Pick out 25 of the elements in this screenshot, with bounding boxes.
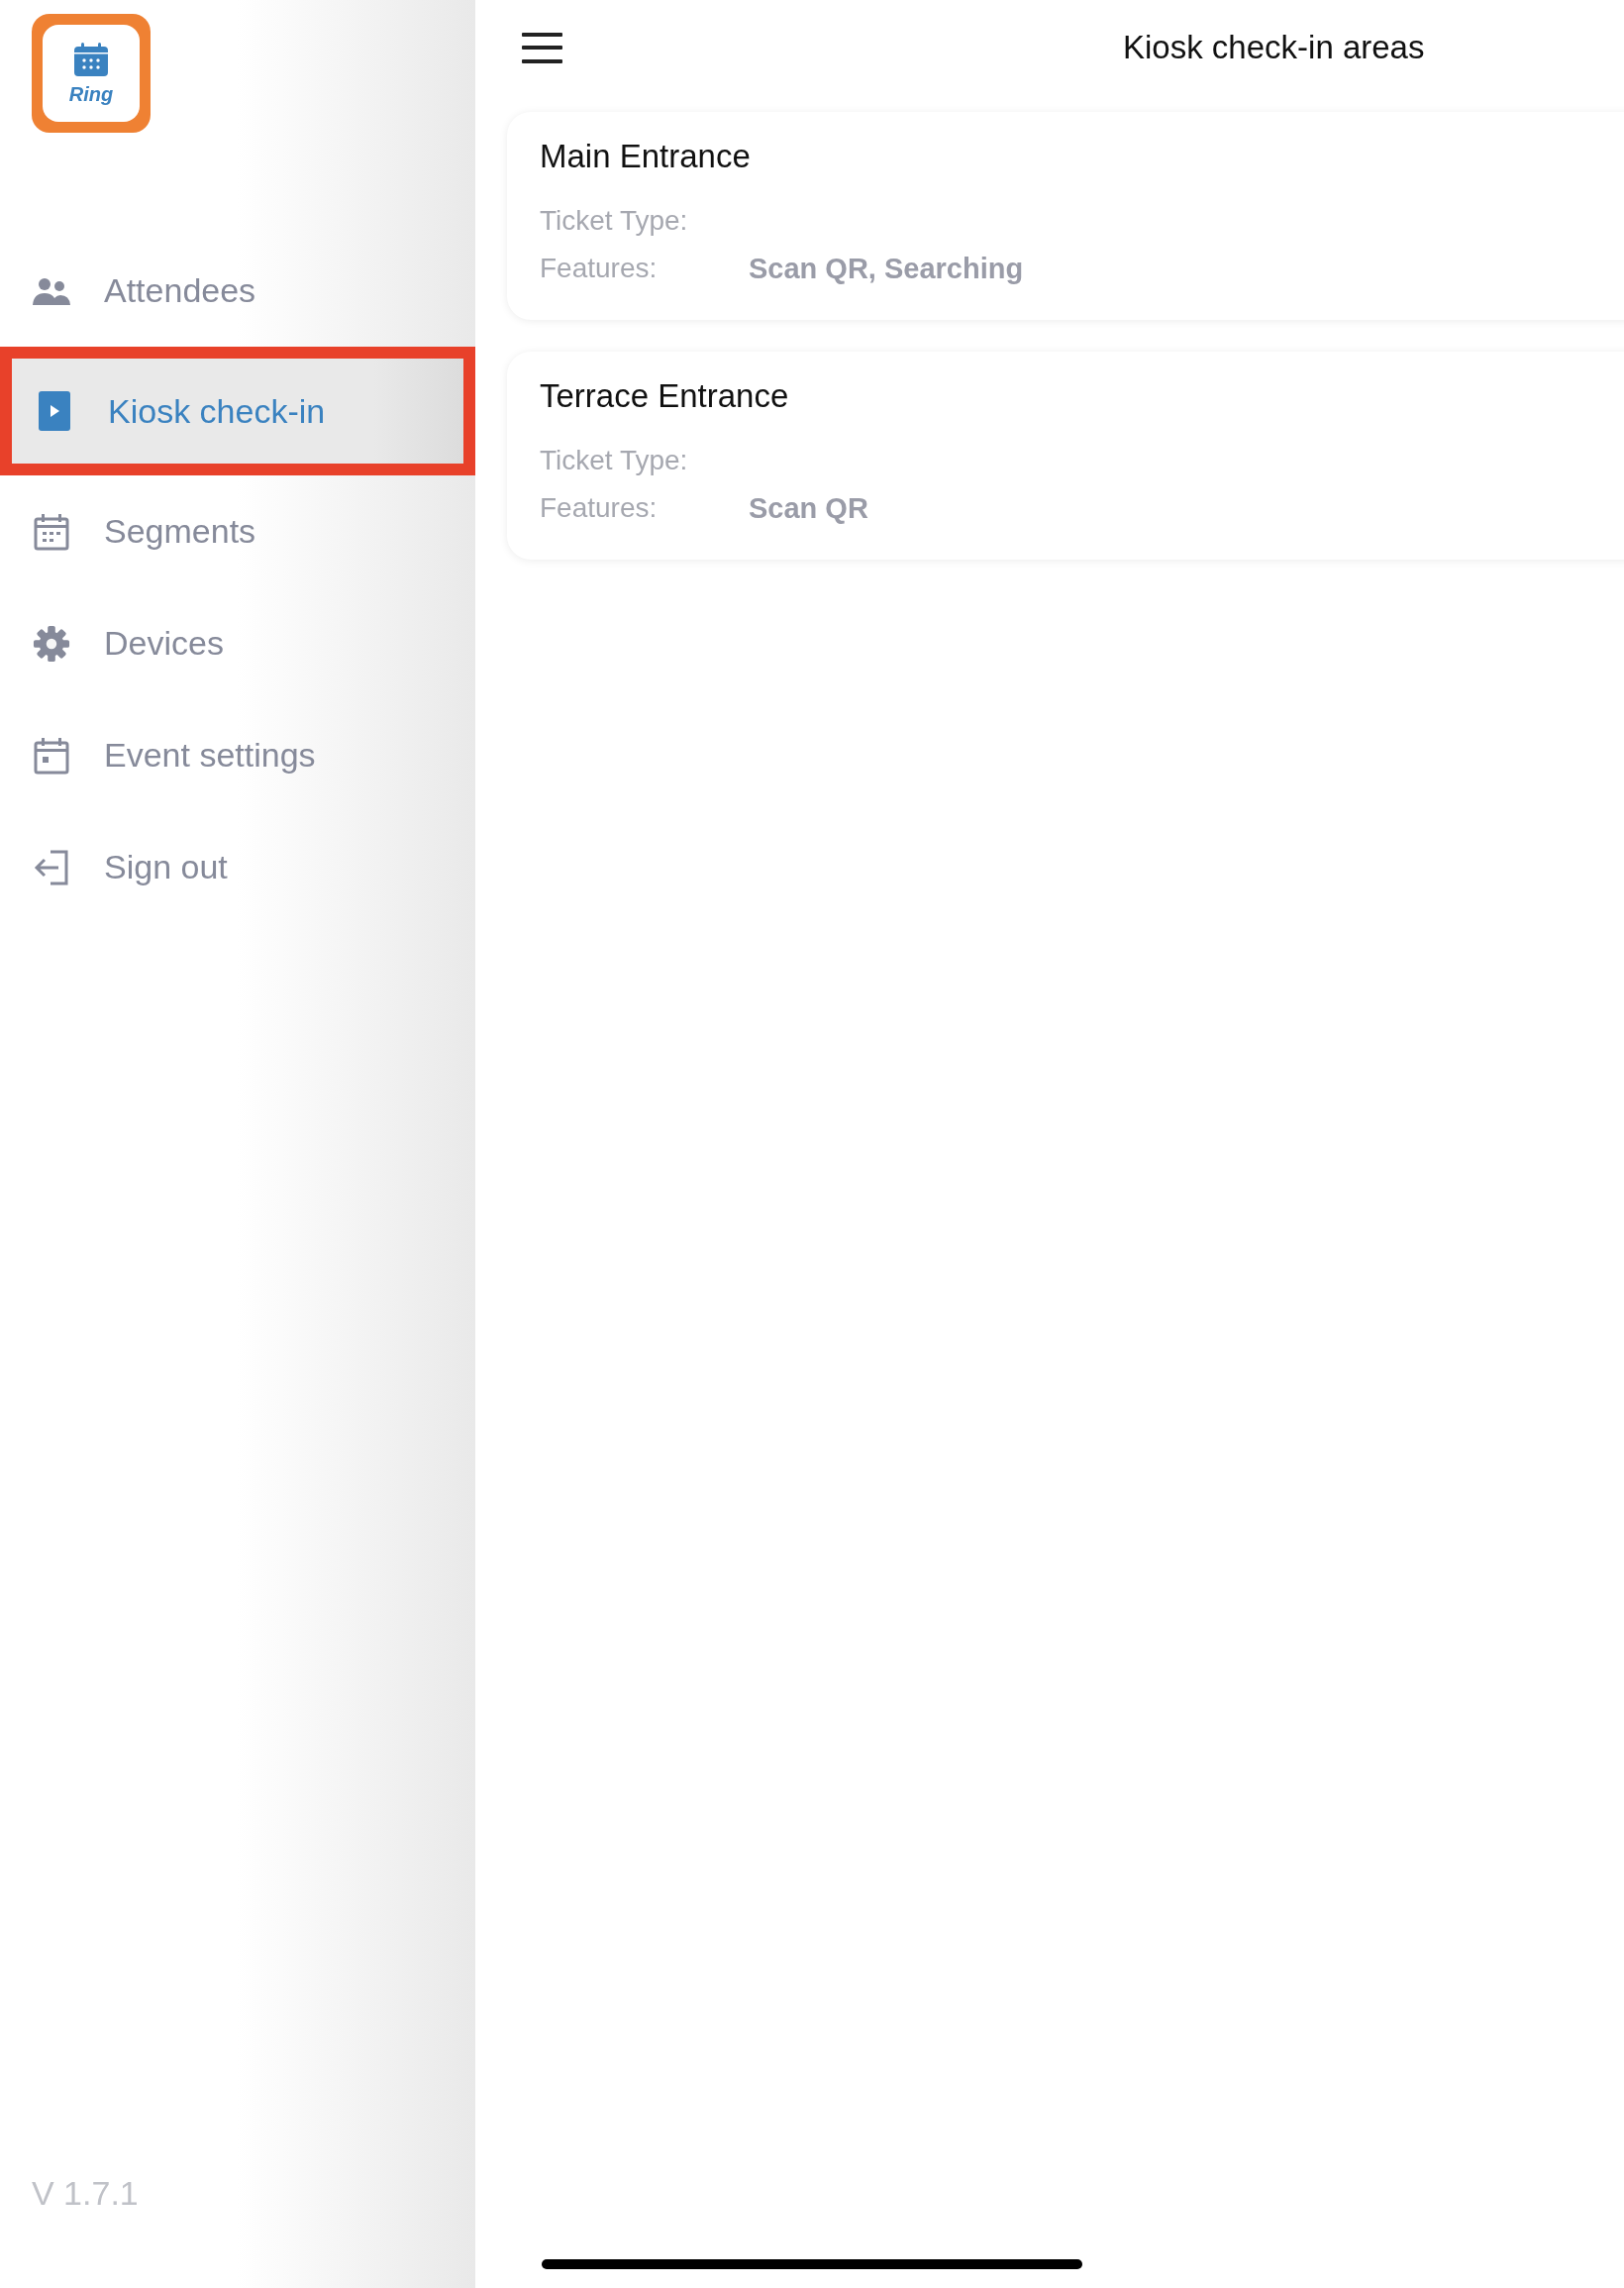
menu-icon[interactable]: [522, 32, 562, 63]
calendar-icon: [32, 736, 71, 775]
settings-icon: [32, 624, 71, 663]
area-card[interactable]: Main Entrance Ticket Type: Features: Scan QR, Searching: [507, 112, 1624, 320]
people-icon: [32, 275, 71, 306]
field-label: Ticket Type:: [540, 445, 689, 476]
sidebar-item[interactable]: Devices: [0, 587, 475, 699]
logo-text: Ring: [68, 82, 114, 106]
field-label: Features:: [540, 492, 659, 524]
area-name: Main Entrance: [540, 138, 752, 175]
sidebar-item[interactable]: Segments: [0, 475, 475, 587]
field-value: Scan QR: [749, 491, 868, 525]
sidebar-item[interactable]: Event settings: [0, 699, 475, 811]
sidebar-item[interactable]: Attendees: [0, 235, 475, 347]
field-label: Features:: [540, 253, 659, 284]
page-title: Kiosk check-in areas: [1123, 29, 1425, 66]
area-card[interactable]: Terrace Entrance Ticket Type: Features: Scan QR: [507, 352, 1624, 560]
field-label: Ticket Type:: [540, 205, 689, 237]
version-label: V 1.7.1: [32, 2174, 140, 2213]
calendar-icon: [32, 512, 71, 551]
sign-out-icon: [32, 848, 71, 886]
sidebar-item[interactable]: Sign out: [0, 811, 475, 923]
calendar-icon: [73, 41, 109, 77]
field-value: Scan QR, Searching: [749, 252, 1024, 285]
area-name: Terrace Entrance: [540, 377, 790, 415]
